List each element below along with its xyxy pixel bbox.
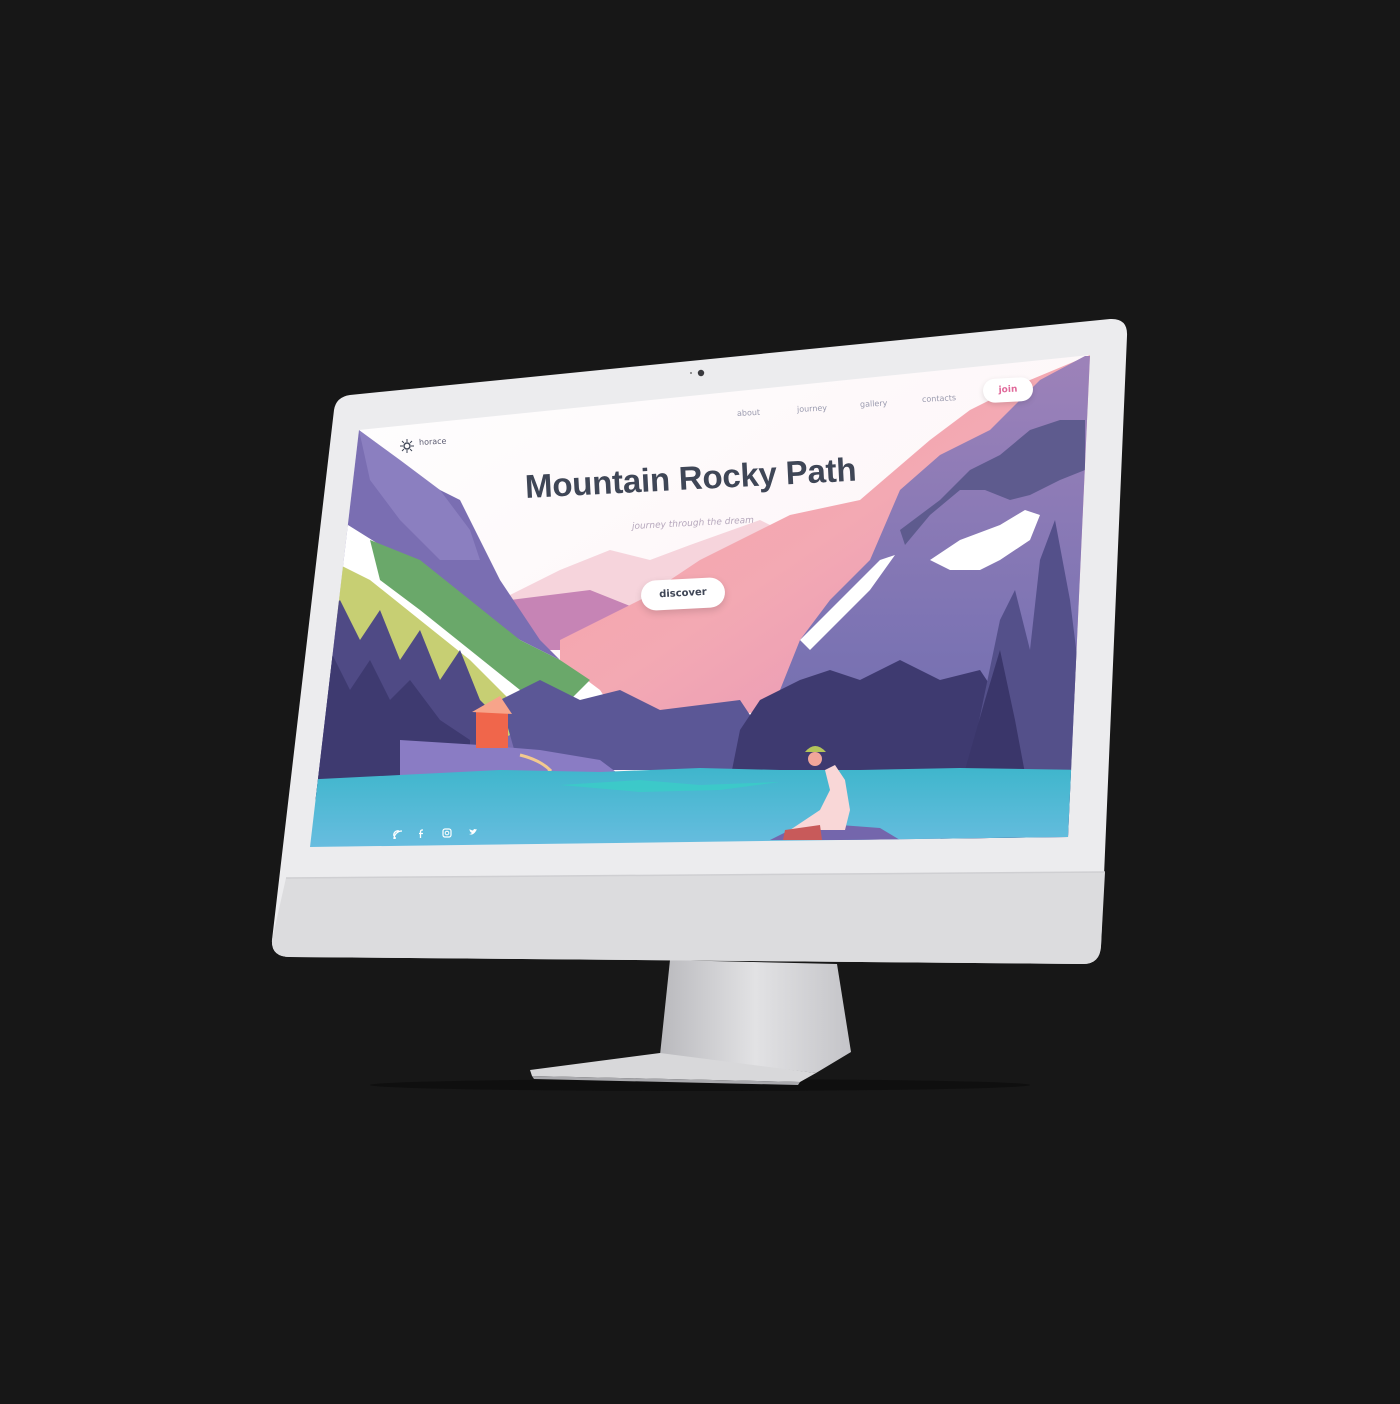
nav-gallery[interactable]: gallery xyxy=(860,399,888,409)
discover-button[interactable]: discover xyxy=(640,576,726,612)
nav-journey[interactable]: journey xyxy=(797,403,827,414)
instagram-icon[interactable] xyxy=(442,823,452,838)
facebook-icon[interactable] xyxy=(417,824,427,838)
logo-icon[interactable] xyxy=(400,438,414,457)
brand-name[interactable]: horace xyxy=(419,437,447,447)
nav-about[interactable]: about xyxy=(737,408,761,418)
rss-icon[interactable] xyxy=(393,825,403,840)
camera xyxy=(697,369,705,377)
twitter-icon[interactable] xyxy=(468,822,478,835)
monitor-mockup: horace about journey gallery contacts jo… xyxy=(0,0,1400,1400)
monitor-illustration xyxy=(271,318,1128,1091)
monitor-stand xyxy=(530,960,851,1085)
nav-contacts[interactable]: contacts xyxy=(922,393,957,404)
join-button[interactable]: join xyxy=(982,376,1034,404)
